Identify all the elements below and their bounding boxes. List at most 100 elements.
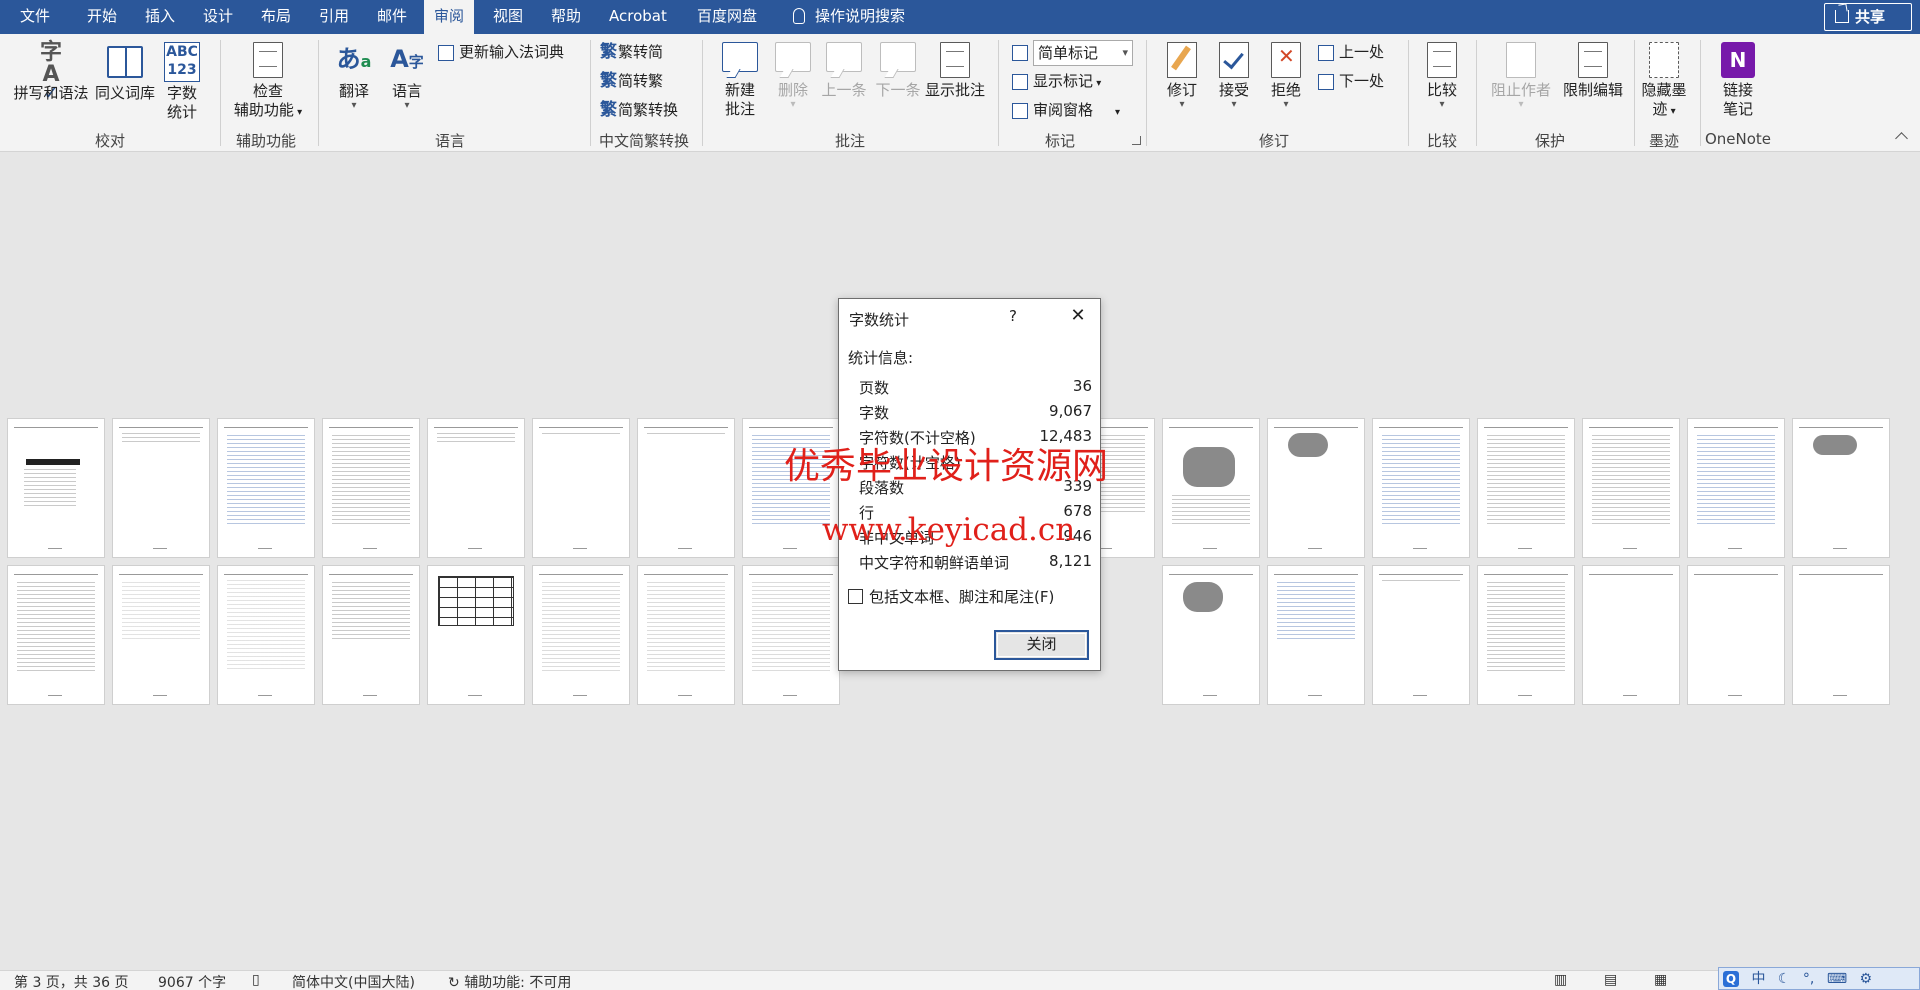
tab-review[interactable]: 审阅 bbox=[424, 0, 475, 34]
document-page[interactable] bbox=[1373, 419, 1469, 557]
new-comment-button[interactable]: 新建 批注 bbox=[712, 42, 768, 119]
ime-chinese-mode[interactable]: 中 bbox=[1751, 971, 1765, 987]
new-comment-label-1: 新建 bbox=[724, 81, 755, 99]
next-change-button[interactable]: 下一处 bbox=[1318, 71, 1384, 91]
share-button[interactable]: 共享 bbox=[1824, 3, 1912, 31]
tab-view[interactable]: 视图 bbox=[493, 0, 523, 34]
next-comment-button[interactable]: 下一条 bbox=[872, 42, 924, 100]
spelling-grammar-button[interactable]: 字A ✓ 拼写和语法 bbox=[12, 42, 90, 103]
thesaurus-button[interactable]: 同义词库 bbox=[92, 42, 158, 103]
document-page[interactable] bbox=[323, 566, 419, 704]
previous-change-label: 上一处 bbox=[1339, 43, 1385, 61]
document-page[interactable] bbox=[1688, 566, 1784, 704]
document-page[interactable] bbox=[533, 419, 629, 557]
tab-home[interactable]: 开始 bbox=[87, 0, 117, 34]
language-indicator[interactable]: 简体中文(中国大陆) bbox=[292, 972, 415, 990]
hide-ink-button[interactable]: 隐藏墨 迹 ▾ bbox=[1638, 42, 1690, 121]
document-page[interactable] bbox=[1163, 566, 1259, 704]
page-indicator[interactable]: 第 3 页，共 36 页 bbox=[14, 972, 129, 990]
close-button[interactable]: 关闭 bbox=[994, 630, 1089, 660]
document-page[interactable] bbox=[218, 419, 314, 557]
to-traditional-button[interactable]: 繁简转繁 bbox=[600, 71, 663, 91]
word-count-button[interactable]: ABC 123 字数 统计 bbox=[160, 42, 204, 122]
document-page[interactable] bbox=[1688, 419, 1784, 557]
include-textboxes-label: 包括文本框、脚注和尾注(F) bbox=[869, 588, 1055, 606]
close-icon[interactable]: ✕ bbox=[1064, 303, 1092, 329]
to-simplified-label: 繁转简 bbox=[618, 43, 664, 61]
track-changes-icon bbox=[1167, 42, 1197, 78]
document-page[interactable] bbox=[113, 566, 209, 704]
restrict-editing-button[interactable]: 限制编辑 bbox=[1556, 42, 1630, 100]
tab-design[interactable]: 设计 bbox=[203, 0, 233, 34]
delete-comment-button[interactable]: 删除 ▾ bbox=[770, 42, 816, 110]
document-page[interactable] bbox=[743, 566, 839, 704]
compare-button[interactable]: 比较 ▾ bbox=[1416, 42, 1468, 110]
translate-icon: あa bbox=[336, 45, 372, 73]
web-layout-icon[interactable]: ▦ bbox=[1654, 972, 1667, 988]
document-page[interactable] bbox=[8, 419, 104, 557]
linked-notes-button[interactable]: N 链接 笔记 bbox=[1708, 42, 1768, 119]
reject-button[interactable]: 拒绝 ▾ bbox=[1262, 42, 1310, 110]
tab-references[interactable]: 引用 bbox=[319, 0, 349, 34]
group-label-onenote: OneNote bbox=[1704, 130, 1772, 148]
accessibility-indicator[interactable]: ↻ 辅助功能: 不可用 bbox=[448, 972, 571, 990]
show-markup-button[interactable]: 显示标记 ▾ bbox=[1012, 71, 1101, 94]
word-count-indicator[interactable]: 9067 个字 bbox=[158, 972, 226, 990]
tab-help[interactable]: 帮助 bbox=[551, 0, 581, 34]
document-page[interactable] bbox=[1583, 419, 1679, 557]
document-page[interactable] bbox=[1793, 566, 1889, 704]
document-page[interactable] bbox=[1268, 419, 1364, 557]
ime-keyboard-icon[interactable]: ⌨ bbox=[1827, 971, 1847, 987]
document-page[interactable] bbox=[428, 419, 524, 557]
reviewing-pane-button[interactable]: 审阅窗格 ▾ bbox=[1012, 100, 1120, 123]
document-page[interactable] bbox=[638, 566, 734, 704]
tab-baidu-netdisk[interactable]: 百度网盘 bbox=[697, 0, 757, 34]
help-button[interactable]: ? bbox=[1009, 307, 1017, 325]
tell-me-search[interactable]: 操作说明搜索 bbox=[793, 0, 905, 34]
tab-layout[interactable]: 布局 bbox=[261, 0, 291, 34]
ime-toolbar[interactable]: Q 中 ☾ °, ⌨ ⚙ bbox=[1718, 967, 1920, 990]
read-mode-icon[interactable]: ▥ bbox=[1554, 972, 1567, 988]
show-comments-button[interactable]: 显示批注 bbox=[924, 42, 986, 100]
proofing-icon[interactable]: ▯ bbox=[252, 972, 260, 988]
print-layout-icon[interactable]: ▤ bbox=[1604, 972, 1617, 988]
document-page[interactable] bbox=[1373, 566, 1469, 704]
include-textboxes-checkbox[interactable]: 包括文本框、脚注和尾注(F) bbox=[848, 586, 1054, 607]
accept-button[interactable]: 接受 ▾ bbox=[1210, 42, 1258, 110]
document-page[interactable] bbox=[218, 566, 314, 704]
tab-insert[interactable]: 插入 bbox=[145, 0, 175, 34]
update-ime-dictionary-button[interactable]: 更新输入法词典 bbox=[438, 42, 564, 62]
markup-display-select[interactable]: 简单标记 bbox=[1012, 40, 1133, 66]
tab-acrobat[interactable]: Acrobat bbox=[609, 0, 667, 34]
document-page[interactable] bbox=[533, 566, 629, 704]
dictionary-icon bbox=[438, 44, 454, 61]
previous-change-button[interactable]: 上一处 bbox=[1318, 42, 1384, 62]
ime-moon-icon[interactable]: ☾ bbox=[1778, 971, 1791, 987]
to-simplified-button[interactable]: 繁繁转简 bbox=[600, 42, 663, 62]
chinese-conversion-button[interactable]: 繁简繁转换 bbox=[600, 100, 678, 120]
document-page[interactable] bbox=[1478, 566, 1574, 704]
document-page[interactable] bbox=[428, 566, 524, 704]
ime-settings-icon[interactable]: ⚙ bbox=[1860, 971, 1873, 987]
block-authors-button[interactable]: 阻止作者 ▾ bbox=[1486, 42, 1556, 110]
collapse-ribbon-icon[interactable] bbox=[1895, 132, 1908, 145]
document-page[interactable] bbox=[323, 419, 419, 557]
document-page[interactable] bbox=[1583, 566, 1679, 704]
translate-button[interactable]: あa 翻译 ▾ bbox=[326, 42, 382, 111]
previous-comment-button[interactable]: 上一条 bbox=[818, 42, 870, 100]
tab-mailings[interactable]: 邮件 bbox=[377, 0, 407, 34]
document-page[interactable] bbox=[1268, 566, 1364, 704]
document-page[interactable] bbox=[1793, 419, 1889, 557]
language-button[interactable]: A字 语言 ▾ bbox=[382, 42, 432, 111]
document-page[interactable] bbox=[1163, 419, 1259, 557]
document-page[interactable] bbox=[1478, 419, 1574, 557]
ime-punctuation-icon[interactable]: °, bbox=[1803, 971, 1814, 987]
track-changes-button[interactable]: 修订 ▾ bbox=[1158, 42, 1206, 110]
dialog-launcher-icon[interactable] bbox=[1132, 136, 1141, 145]
document-page[interactable] bbox=[8, 566, 104, 704]
tab-file[interactable]: 文件 bbox=[20, 0, 50, 34]
next-change-icon bbox=[1318, 73, 1334, 90]
document-page[interactable] bbox=[638, 419, 734, 557]
document-page[interactable] bbox=[113, 419, 209, 557]
check-accessibility-button[interactable]: 检查 辅助功能 ▾ bbox=[228, 42, 308, 122]
